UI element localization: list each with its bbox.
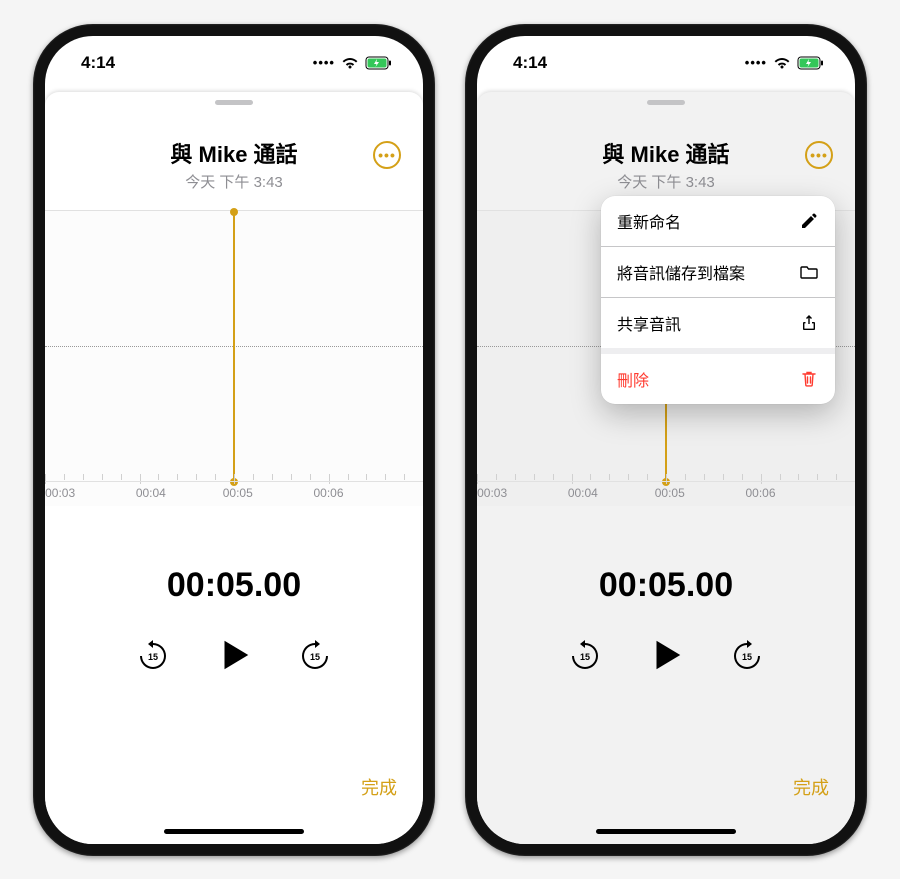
svg-text:15: 15 (742, 652, 752, 662)
ruler-ticks (45, 474, 423, 484)
menu-item-save-to-files[interactable]: 將音訊儲存到檔案 (601, 246, 835, 297)
done-button[interactable]: 完成 (361, 774, 397, 800)
options-menu: 重新命名 將音訊儲存到檔案 共享音訊 刪除 (601, 196, 835, 404)
cellular-icon: •••• (745, 55, 767, 70)
ruler-label: 00:06 (313, 486, 343, 500)
status-bar: 4:14 •••• (45, 36, 423, 90)
phone-frame-left: 4:14 •••• 與 Mike 通話 今天 下午 3:43 ••• (33, 24, 435, 856)
ruler-label: 00:03 (477, 486, 507, 500)
skip-back-15-button[interactable]: 15 (136, 638, 170, 672)
status-time: 4:14 (513, 53, 547, 73)
ruler-label: 00:04 (136, 486, 166, 500)
home-indicator[interactable] (164, 829, 304, 834)
recording-header: 與 Mike 通話 今天 下午 3:43 ••• (477, 137, 855, 192)
share-icon (799, 313, 819, 333)
menu-item-delete[interactable]: 刪除 (601, 348, 835, 404)
cellular-icon: •••• (313, 55, 335, 70)
status-time: 4:14 (81, 53, 115, 73)
menu-item-rename[interactable]: 重新命名 (601, 196, 835, 246)
menu-item-label: 將音訊儲存到檔案 (617, 260, 745, 284)
playback-controls: 15 15 (45, 633, 423, 677)
ruler-labels: 00:03 00:04 00:05 00:06 (477, 486, 855, 506)
ruler-label: 00:05 (223, 486, 253, 500)
ruler-label: 00:04 (568, 486, 598, 500)
recording-subtitle: 今天 下午 3:43 (45, 171, 423, 192)
ruler-label: 00:05 (655, 486, 685, 500)
skip-forward-15-button[interactable]: 15 (298, 638, 332, 672)
sheet-grabber[interactable] (215, 100, 253, 105)
more-options-button[interactable]: ••• (805, 141, 833, 169)
playhead[interactable] (233, 212, 235, 482)
folder-icon (799, 262, 819, 282)
menu-item-label: 共享音訊 (617, 311, 681, 335)
playback-controls: 15 15 (477, 633, 855, 677)
battery-icon (797, 56, 825, 70)
elapsed-time: 00:05.00 (477, 566, 855, 605)
done-button[interactable]: 完成 (793, 774, 829, 800)
play-button[interactable] (212, 633, 256, 677)
ruler-labels: 00:03 00:04 00:05 00:06 (45, 486, 423, 506)
play-button[interactable] (644, 633, 688, 677)
svg-text:15: 15 (310, 652, 320, 662)
menu-item-share[interactable]: 共享音訊 (601, 297, 835, 348)
phone-frame-right: 4:14 •••• 與 Mike 通話 今天 下午 3:43 ••• (465, 24, 867, 856)
menu-item-label: 刪除 (617, 367, 649, 391)
ruler-ticks (477, 474, 855, 484)
recording-title: 與 Mike 通話 (45, 137, 423, 169)
skip-forward-15-button[interactable]: 15 (730, 638, 764, 672)
wifi-icon (773, 56, 791, 70)
more-options-button[interactable]: ••• (373, 141, 401, 169)
sheet-grabber[interactable] (647, 100, 685, 105)
recording-title: 與 Mike 通話 (477, 137, 855, 169)
ruler-label: 00:06 (745, 486, 775, 500)
elapsed-time: 00:05.00 (45, 566, 423, 605)
playback-sheet: 與 Mike 通話 今天 下午 3:43 ••• 00:03 00:04 00:… (45, 92, 423, 844)
svg-text:15: 15 (580, 652, 590, 662)
battery-icon (365, 56, 393, 70)
skip-back-15-button[interactable]: 15 (568, 638, 602, 672)
waveform-area[interactable]: 00:03 00:04 00:05 00:06 (45, 210, 423, 506)
status-bar: 4:14 •••• (477, 36, 855, 90)
svg-text:15: 15 (148, 652, 158, 662)
wifi-icon (341, 56, 359, 70)
recording-subtitle: 今天 下午 3:43 (477, 171, 855, 192)
home-indicator[interactable] (596, 829, 736, 834)
trash-icon (799, 369, 819, 389)
ruler-label: 00:03 (45, 486, 75, 500)
menu-item-label: 重新命名 (617, 209, 681, 233)
screen: 4:14 •••• 與 Mike 通話 今天 下午 3:43 ••• (45, 36, 423, 844)
screen: 4:14 •••• 與 Mike 通話 今天 下午 3:43 ••• (477, 36, 855, 844)
recording-header: 與 Mike 通話 今天 下午 3:43 ••• (45, 137, 423, 192)
pencil-icon (799, 211, 819, 231)
